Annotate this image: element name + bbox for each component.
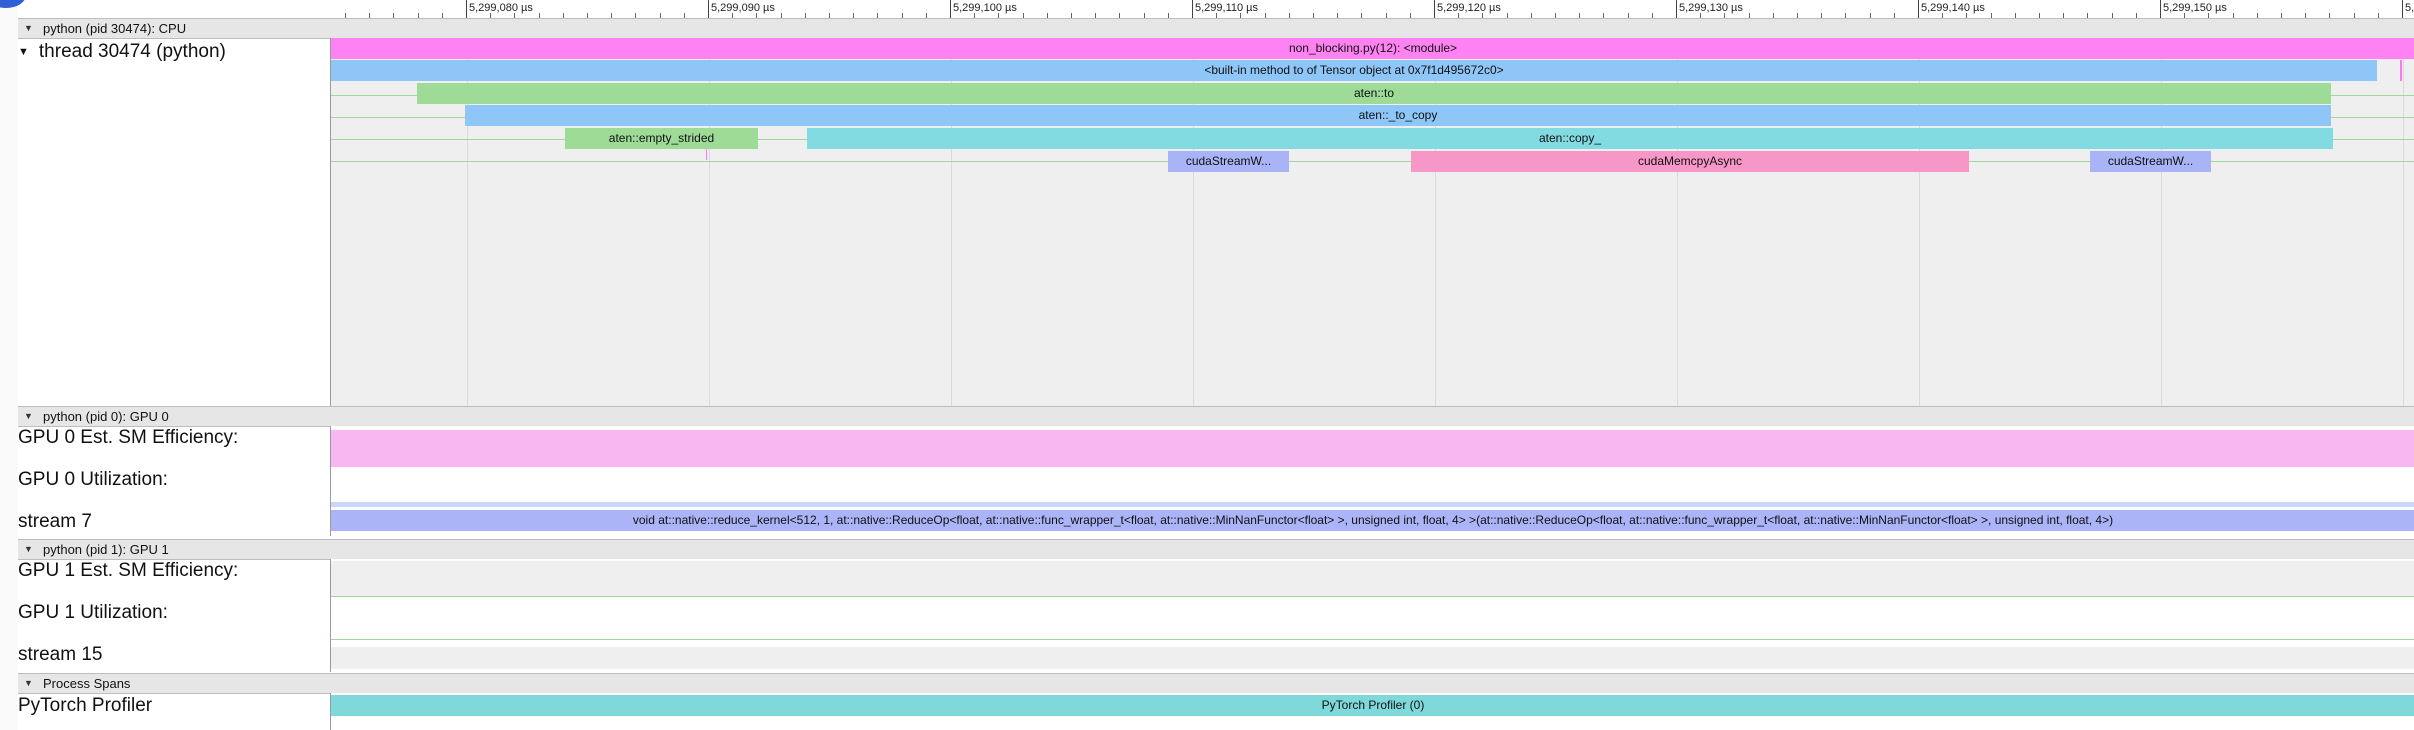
track-label-gpu0-sm: GPU 0 Est. SM Efficiency: <box>18 427 239 448</box>
gpu1-tracks[interactable] <box>330 559 2414 672</box>
ruler-major-tick <box>2402 0 2403 18</box>
track-label-text: thread 30474 (python) <box>38 41 226 62</box>
tick-label: 5,299,100 µs <box>953 2 1017 14</box>
collapse-triangle-icon[interactable]: ▼ <box>24 411 33 421</box>
gpu0-utilization-band[interactable] <box>331 502 2414 507</box>
collapse-triangle-icon[interactable]: ▼ <box>18 46 29 58</box>
section-header-gpu1[interactable]: ▼ python (pid 1): GPU 1 <box>18 539 2414 560</box>
flow-line <box>331 639 2414 640</box>
ruler-major-tick <box>950 0 951 18</box>
slice-marker <box>2400 60 2402 81</box>
track-label-gpu0-util: GPU 0 Utilization: <box>18 469 168 490</box>
slice-reduce-kernel[interactable]: void at::native::reduce_kernel<512, 1, a… <box>331 510 2414 531</box>
section-label: Process Spans <box>43 676 131 691</box>
ruler-major-tick <box>2160 0 2161 18</box>
tick-label: 5,299,080 µs <box>469 2 533 14</box>
slice-aten-copy[interactable]: aten::copy_ <box>807 128 2333 149</box>
tick-label: 5,299,150 µs <box>2163 2 2227 14</box>
section-label: python (pid 1): GPU 1 <box>43 542 169 557</box>
section-header-cpu[interactable]: ▼ python (pid 30474): CPU <box>18 18 2414 39</box>
track-label-profiler: PyTorch Profiler <box>18 695 153 716</box>
ruler-major-tick <box>466 0 467 18</box>
profiler-track[interactable]: PyTorch Profiler (0) <box>330 693 2414 730</box>
track-label-gpu1-sm: GPU 1 Est. SM Efficiency: <box>18 560 239 581</box>
tick-label: 5,299,120 µs <box>1437 2 1501 14</box>
slice-marker <box>706 149 707 160</box>
collapse-triangle-icon[interactable]: ▼ <box>24 544 33 554</box>
section-header-process-spans[interactable]: ▼ Process Spans <box>18 673 2414 694</box>
tick-label: 5,299,140 µs <box>1921 2 1985 14</box>
ruler-major-tick <box>1676 0 1677 18</box>
stream15-track[interactable] <box>331 647 2414 669</box>
trace-viewer: 5,299,080 µs 5,299,090 µs 5,299,100 µs 5… <box>0 0 2414 730</box>
time-ruler[interactable]: 5,299,080 µs 5,299,090 µs 5,299,100 µs 5… <box>330 0 2414 19</box>
track-label-thread[interactable]: ▼ thread 30474 (python) <box>18 41 330 63</box>
slice-module[interactable]: non_blocking.py(12): <module> <box>331 38 2414 59</box>
tick-label: 5,299,110 µs <box>1195 2 1259 14</box>
left-gutter <box>0 0 18 730</box>
ruler-major-tick <box>1192 0 1193 18</box>
track-label-gpu1-util: GPU 1 Utilization: <box>18 602 168 623</box>
ruler-major-tick <box>1918 0 1919 18</box>
corner-badge <box>0 0 26 8</box>
track-label-stream7: stream 7 <box>18 511 92 532</box>
slice-cuda-stream-wait[interactable]: cudaStreamW... <box>1168 151 1289 172</box>
slice-pytorch-profiler[interactable]: PyTorch Profiler (0) <box>331 695 2414 716</box>
track-label-stream15: stream 15 <box>18 644 103 665</box>
slice-aten-to-copy[interactable]: aten::_to_copy <box>465 105 2331 126</box>
section-label: python (pid 30474): CPU <box>43 21 187 36</box>
collapse-triangle-icon[interactable]: ▼ <box>24 23 33 33</box>
slice-to-method[interactable]: <built-in method to of Tensor object at … <box>331 60 2377 81</box>
slice-empty-strided[interactable]: aten::empty_strided <box>565 128 758 149</box>
ruler-major-tick <box>708 0 709 18</box>
tick-label: 5,299,130 µs <box>1679 2 1743 14</box>
tick-label: 5,299,090 µs <box>711 2 775 14</box>
grid-line <box>2403 38 2404 406</box>
gpu0-tracks[interactable]: void at::native::reduce_kernel<512, 1, a… <box>330 426 2414 536</box>
ruler-major-tick <box>1434 0 1435 18</box>
tick-label: 5, <box>2405 2 2414 14</box>
thread-track[interactable]: non_blocking.py(12): <module> <built-in … <box>330 38 2414 406</box>
section-header-gpu0[interactable]: ▼ python (pid 0): GPU 0 <box>18 406 2414 427</box>
flow-line <box>331 596 2414 597</box>
collapse-triangle-icon[interactable]: ▼ <box>24 678 33 688</box>
gpu1-sm-efficiency-band[interactable] <box>331 561 2414 597</box>
slice-cuda-stream-wait[interactable]: cudaStreamW... <box>2090 151 2211 172</box>
slice-cuda-memcpy-async[interactable]: cudaMemcpyAsync <box>1411 151 1969 172</box>
slice-aten-to[interactable]: aten::to <box>417 83 2331 104</box>
section-label: python (pid 0): GPU 0 <box>43 409 169 424</box>
gpu0-sm-efficiency-band[interactable] <box>331 430 2414 467</box>
